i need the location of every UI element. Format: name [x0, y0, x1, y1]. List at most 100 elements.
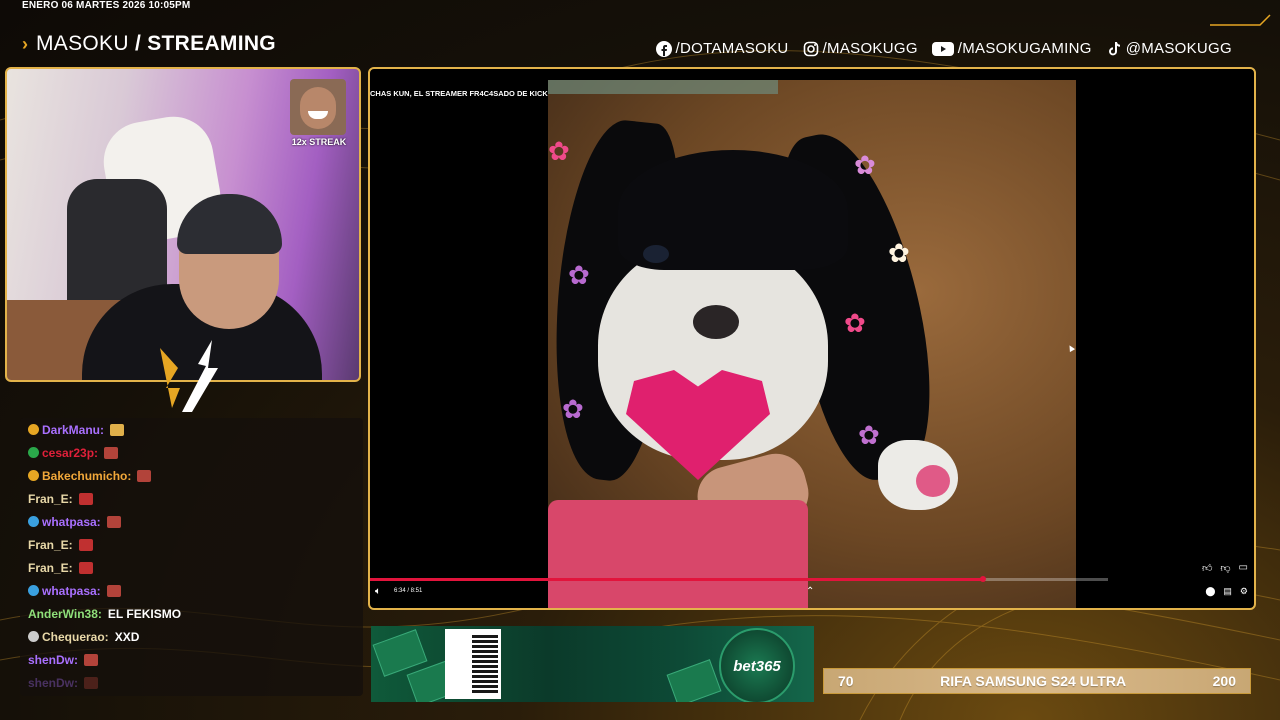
- chat-emote-icon: [104, 446, 119, 459]
- flower-icon: ✿: [888, 238, 910, 268]
- flower-icon: ✿: [568, 260, 590, 290]
- captions-icon[interactable]: ▤: [1223, 586, 1232, 597]
- video-progress-fill: [370, 578, 983, 581]
- like-icon[interactable]: 👍︎: [1202, 562, 1212, 574]
- flower-icon: ✿: [858, 420, 880, 450]
- chat-emote-icon: [110, 423, 125, 436]
- sponsor-banner[interactable]: bet365: [371, 626, 814, 702]
- comment-icon[interactable]: ▭: [1239, 562, 1248, 574]
- chat-emote-icon: [78, 492, 93, 505]
- flower-icon: ✿: [854, 150, 876, 180]
- social-links: /DOTAMASOKU /MASOKUGG /MASOKUGAMING @MAS…: [655, 40, 1232, 57]
- video-time: 6:34 / 8:51: [394, 588, 423, 594]
- chat-username[interactable]: Bakechumicho:: [42, 469, 131, 483]
- qr-code-icon: [445, 629, 501, 699]
- chat-username[interactable]: Fran_E:: [28, 538, 73, 552]
- card-decoration: [666, 659, 722, 702]
- social-label: /MASOKUGG: [822, 40, 918, 57]
- autoplay-toggle-icon[interactable]: ⬤: [1205, 586, 1215, 597]
- chat-emote-icon: [137, 469, 152, 482]
- chat-message: Fran_E:: [20, 556, 363, 579]
- social-instagram: /MASOKUGG: [803, 40, 918, 57]
- chat-message: whatpasa:: [20, 579, 363, 602]
- sponsor-coin: bet365: [719, 628, 795, 702]
- instagram-icon: [803, 41, 819, 57]
- chevron-right-icon: ›: [22, 34, 28, 54]
- chat-message: DarkManu:: [20, 418, 363, 441]
- chevron-up-icon[interactable]: ⌃: [806, 586, 814, 597]
- chat-badge-icon: [28, 631, 39, 642]
- chat-username[interactable]: whatpasa:: [42, 584, 101, 598]
- video-controls: 🔈︎ 6:34 / 8:51 ⌃ ⬤ ▤ ⚙: [370, 576, 1254, 608]
- sponsor-brand: bet365: [733, 657, 781, 675]
- chat-message: Fran_E:: [20, 487, 363, 510]
- chat-badge-icon: [28, 424, 39, 435]
- chat-message: Chequerao: XXD: [20, 625, 363, 648]
- chat-badge-icon: [28, 585, 39, 596]
- chat-badge-icon: [28, 470, 39, 481]
- dislike-icon[interactable]: 👎︎: [1220, 562, 1230, 574]
- streak-label: 12x STREAK: [291, 137, 347, 147]
- chat-username[interactable]: Fran_E:: [28, 492, 73, 506]
- brand-name: MASOKU: [36, 32, 129, 55]
- chat-emote-icon: [84, 653, 99, 666]
- chat-username[interactable]: shenDw:: [28, 676, 78, 690]
- chat-username[interactable]: Chequerao:: [42, 630, 109, 644]
- raffle-right-value: 200: [1212, 673, 1236, 689]
- video-right-controls: ⬤ ▤ ⚙: [1205, 586, 1248, 597]
- video-progress-handle[interactable]: [979, 576, 986, 582]
- chat-message: Bakechumicho:: [20, 464, 363, 487]
- chat-message: Fran_E:: [20, 533, 363, 556]
- chat-message: shenDw:: [20, 648, 363, 671]
- clip-dog-nose: [693, 305, 739, 339]
- social-facebook: /DOTAMASOKU: [655, 40, 789, 57]
- chat-message: shenDw:: [20, 671, 363, 694]
- chat-badge-icon: [28, 447, 39, 458]
- youtube-icon: [931, 41, 954, 57]
- raffle-bar: 70 RIFA SAMSUNG S24 ULTRA 200: [823, 668, 1251, 694]
- channel-logo-icon: [160, 340, 218, 412]
- social-label: @MASOKUGG: [1125, 40, 1232, 57]
- social-youtube: /MASOKUGAMING: [931, 40, 1092, 57]
- flower-icon: ✿: [548, 136, 570, 166]
- chat-emote-icon: [106, 584, 121, 597]
- video-player[interactable]: CHAS KUN, EL STREAMER FR4C4SADO DE KICK …: [368, 67, 1256, 610]
- chat-badge-icon: [28, 516, 39, 527]
- webcam-feed: 12x STREAK: [5, 67, 361, 382]
- streak-emote: [290, 79, 346, 135]
- clip-paw-pad: [916, 465, 950, 497]
- social-label: /DOTAMASOKU: [675, 40, 789, 57]
- emote-face: [300, 87, 336, 129]
- clip-dog-eye: [643, 245, 669, 263]
- chat-username[interactable]: DarkManu:: [42, 423, 104, 437]
- social-tiktok: @MASOKUGG: [1106, 40, 1232, 57]
- stream-date: ENERO 06 MARTES 2026 10:05PM: [22, 0, 191, 11]
- volume-icon[interactable]: 🔈︎: [375, 586, 381, 597]
- brand-logo: MASOKU / STREAMING: [36, 32, 276, 56]
- qr-code-pattern: [472, 635, 498, 693]
- chat-username[interactable]: Fran_E:: [28, 561, 73, 575]
- chat-username[interactable]: whatpasa:: [42, 515, 101, 529]
- brand-suffix: / STREAMING: [134, 32, 276, 55]
- chat-username[interactable]: shenDw:: [28, 653, 78, 667]
- chat-emote-icon: [106, 515, 121, 528]
- chat-message: cesar23p:: [20, 441, 363, 464]
- corner-decoration: [1210, 14, 1271, 26]
- flower-icon: ✿: [844, 308, 866, 338]
- video-progress-bar[interactable]: [370, 576, 1108, 582]
- chat-text: XXD: [114, 629, 140, 644]
- chat-emote-icon: [78, 561, 93, 574]
- clip-overlay-bar: [548, 80, 778, 94]
- tiktok-icon: [1106, 41, 1122, 57]
- chat-username[interactable]: cesar23p:: [42, 446, 98, 460]
- chat-message: AnderWin38: EL FEKISMO: [20, 602, 363, 625]
- video-side-actions: 👍︎ 👎︎ ▭: [1202, 562, 1248, 574]
- chat-message: whatpasa:: [20, 510, 363, 533]
- raffle-left-value: 70: [838, 673, 854, 689]
- chat-username[interactable]: AnderWin38:: [28, 607, 102, 621]
- chat-panel: DarkManu: cesar23p: Bakechumicho: Fran_E: wh…: [20, 418, 363, 696]
- flower-icon: ✿: [562, 394, 584, 424]
- settings-gear-icon[interactable]: ⚙: [1240, 586, 1248, 597]
- chat-text: EL FEKISMO: [107, 606, 182, 621]
- video-clip-frame: ✿ ✿ ✿ ✿ ✿ ✿ ✿: [548, 80, 1076, 608]
